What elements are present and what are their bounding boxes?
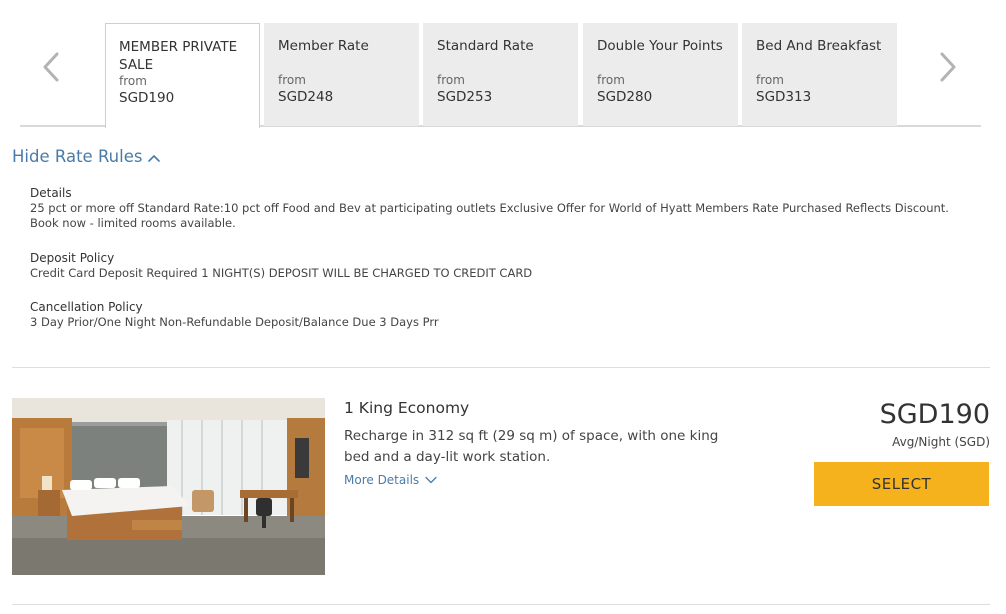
- rate-tab-member-rate[interactable]: Member Rate from SGD248: [264, 23, 419, 126]
- rule-details-body: 25 pct or more off Standard Rate:10 pct …: [30, 201, 949, 230]
- room-price: SGD190: [879, 399, 990, 430]
- rate-tab-member-private-sale[interactable]: MEMBER PRIVATE SALE from SGD190: [105, 23, 260, 128]
- room-description: Recharge in 312 sq ft (29 sq m) of space…: [344, 428, 719, 465]
- rule-deposit-body: Credit Card Deposit Required 1 NIGHT(S) …: [30, 266, 533, 280]
- rule-deposit-policy: Deposit Policy Credit Card Deposit Requi…: [30, 251, 960, 281]
- price-note: Avg/Night (SGD): [892, 435, 990, 449]
- rule-details-title: Details: [30, 186, 72, 200]
- rate-tab-double-your-points[interactable]: Double Your Points from SGD280: [583, 23, 738, 126]
- rate-tab-price: SGD280: [597, 89, 653, 105]
- rule-cancellation-title: Cancellation Policy: [30, 300, 143, 314]
- rate-tab-price: SGD313: [756, 89, 812, 105]
- rate-tab-from-label: from: [119, 74, 147, 88]
- rate-tab-from-label: from: [278, 73, 306, 87]
- rate-tab-name: Member Rate: [278, 38, 369, 54]
- chevron-right-icon: [940, 52, 956, 82]
- rate-tab-name: Standard Rate: [437, 38, 534, 54]
- rule-cancellation-policy: Cancellation Policy 3 Day Prior/One Nigh…: [30, 300, 960, 330]
- rate-tab-from-label: from: [437, 73, 465, 87]
- chevron-left-icon: [43, 52, 59, 82]
- rule-cancellation-body: 3 Day Prior/One Night Non-Refundable Dep…: [30, 315, 439, 329]
- rate-tab-price: SGD253: [437, 89, 493, 105]
- chevron-up-icon: [148, 145, 161, 169]
- rate-tab-standard-rate[interactable]: Standard Rate from SGD253: [423, 23, 578, 126]
- rate-tab-price: SGD248: [278, 89, 334, 105]
- carousel-next-button[interactable]: [933, 50, 961, 84]
- hide-rate-rules-label: Hide Rate Rules: [12, 147, 143, 166]
- rate-tab-from-label: from: [597, 73, 625, 87]
- rate-tab-name: Double Your Points: [597, 38, 723, 54]
- rate-tab-bed-and-breakfast[interactable]: Bed And Breakfast from SGD313: [742, 23, 897, 126]
- section-divider-bottom: [12, 604, 990, 605]
- rate-tab-price: SGD190: [119, 90, 175, 106]
- more-details-label: More Details: [344, 473, 420, 487]
- room-photo[interactable]: [12, 398, 325, 575]
- room-title: 1 King Economy: [344, 399, 470, 417]
- rate-tab-name: Bed And Breakfast: [756, 38, 882, 54]
- rate-tab-name: MEMBER PRIVATE SALE: [119, 39, 238, 73]
- rule-details: Details 25 pct or more off Standard Rate…: [30, 186, 960, 231]
- rule-deposit-title: Deposit Policy: [30, 251, 115, 265]
- select-button[interactable]: SELECT: [814, 462, 989, 506]
- room-photo-image: [12, 398, 325, 575]
- more-details-link[interactable]: More Details: [344, 472, 437, 488]
- rate-tab-from-label: from: [756, 73, 784, 87]
- hide-rate-rules-toggle[interactable]: Hide Rate Rules: [12, 145, 161, 169]
- carousel-prev-button[interactable]: [38, 50, 66, 84]
- chevron-down-icon: [425, 472, 437, 488]
- section-divider: [12, 367, 990, 368]
